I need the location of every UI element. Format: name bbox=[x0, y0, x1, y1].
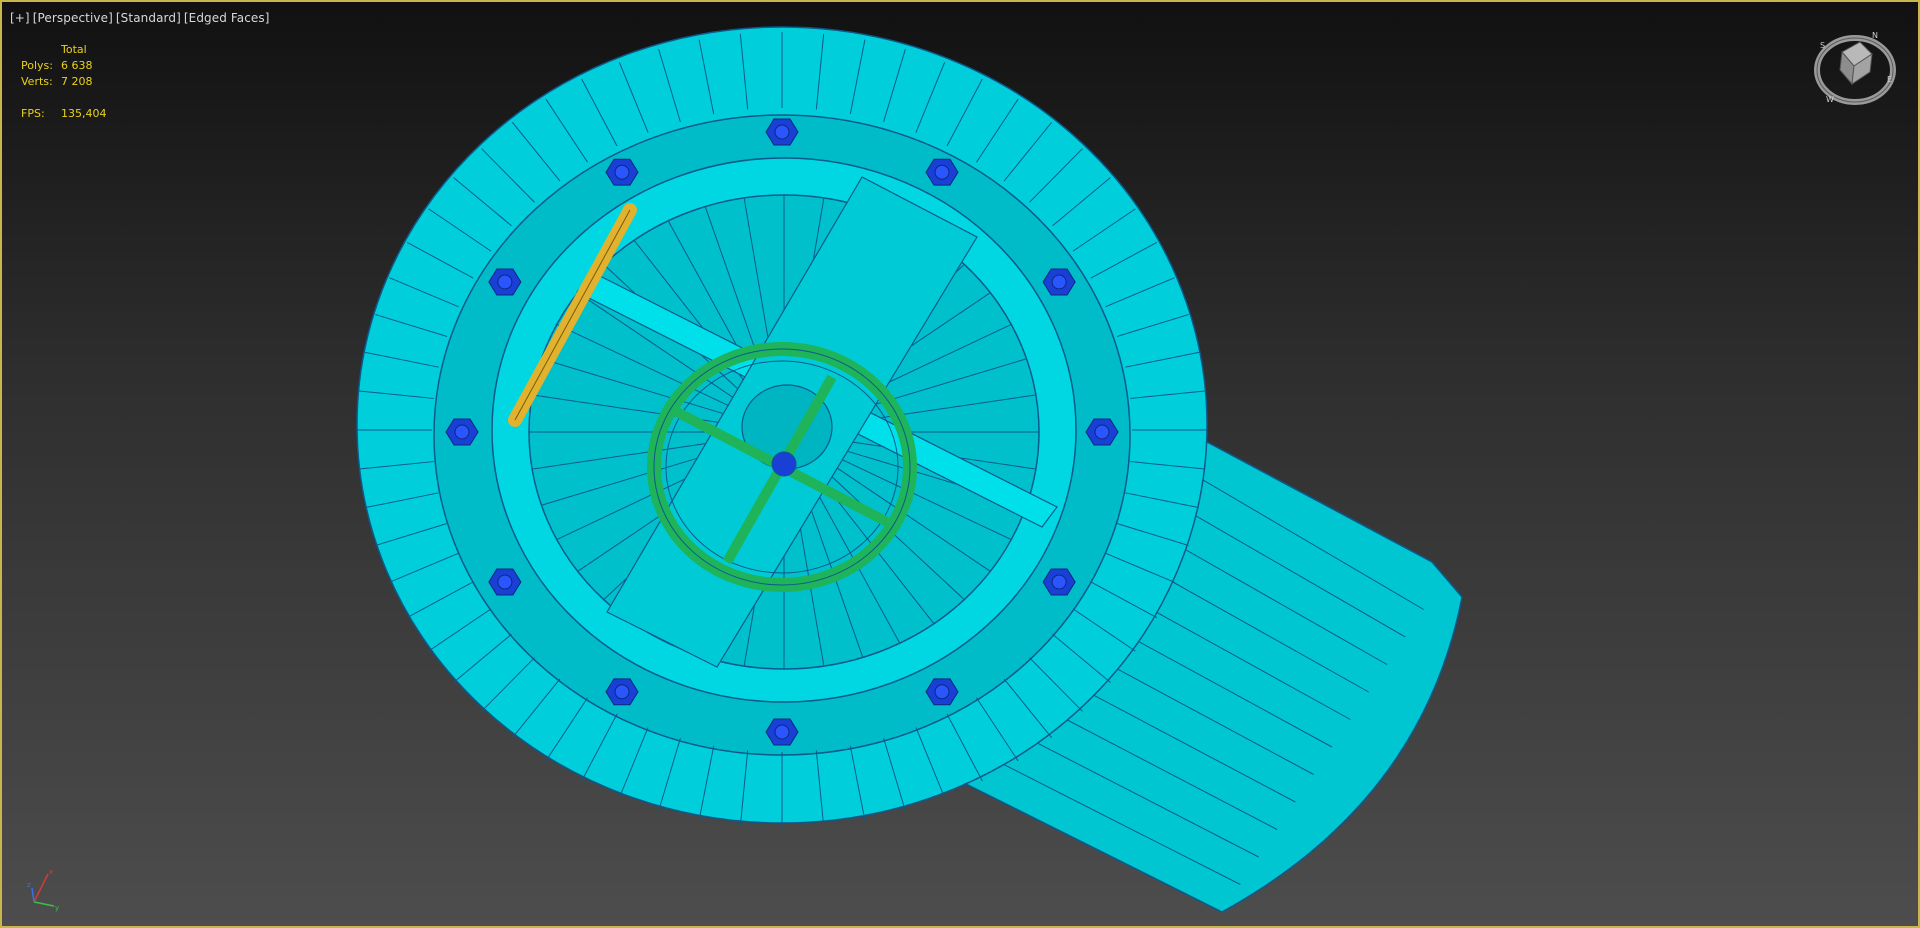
viewport-menu-pov[interactable]: [Perspective] bbox=[33, 11, 113, 25]
axis-z-label: z bbox=[27, 881, 31, 889]
axis-x-label: x bbox=[49, 868, 53, 876]
viewport-menu-plus[interactable]: [+] bbox=[10, 11, 30, 25]
compass-e: E bbox=[1887, 75, 1892, 84]
viewport-menu-display-mode[interactable]: [Edged Faces] bbox=[184, 11, 270, 25]
verts-label: Verts: bbox=[21, 75, 53, 88]
axis-y-label: y bbox=[55, 904, 59, 912]
inner-bore bbox=[491, 157, 1077, 703]
axis-tripod-icon: x y z bbox=[27, 868, 59, 912]
stats-header: Total bbox=[61, 43, 87, 56]
viewport-label-menu[interactable]: [+] [Perspective] [Standard] [Edged Faces] bbox=[10, 11, 273, 25]
compass-s: S bbox=[1820, 41, 1825, 50]
viewport-menu-shading-standard[interactable]: [Standard] bbox=[116, 11, 181, 25]
compass-n: N bbox=[1872, 31, 1878, 40]
polys-label: Polys: bbox=[21, 59, 53, 72]
compass-w: W bbox=[1826, 95, 1834, 104]
viewcube[interactable]: N E S W bbox=[1812, 24, 1898, 110]
perspective-viewport[interactable]: [+] [Perspective] [Standard] [Edged Faces] … bbox=[0, 0, 1920, 928]
fps-value: 135,404 bbox=[61, 107, 107, 120]
fps-label: FPS: bbox=[21, 107, 45, 120]
verts-value: 7 208 bbox=[61, 75, 93, 88]
scene-render[interactable] bbox=[2, 2, 1920, 928]
polys-value: 6 638 bbox=[61, 59, 93, 72]
viewcube-cube-icon[interactable] bbox=[1839, 41, 1873, 86]
